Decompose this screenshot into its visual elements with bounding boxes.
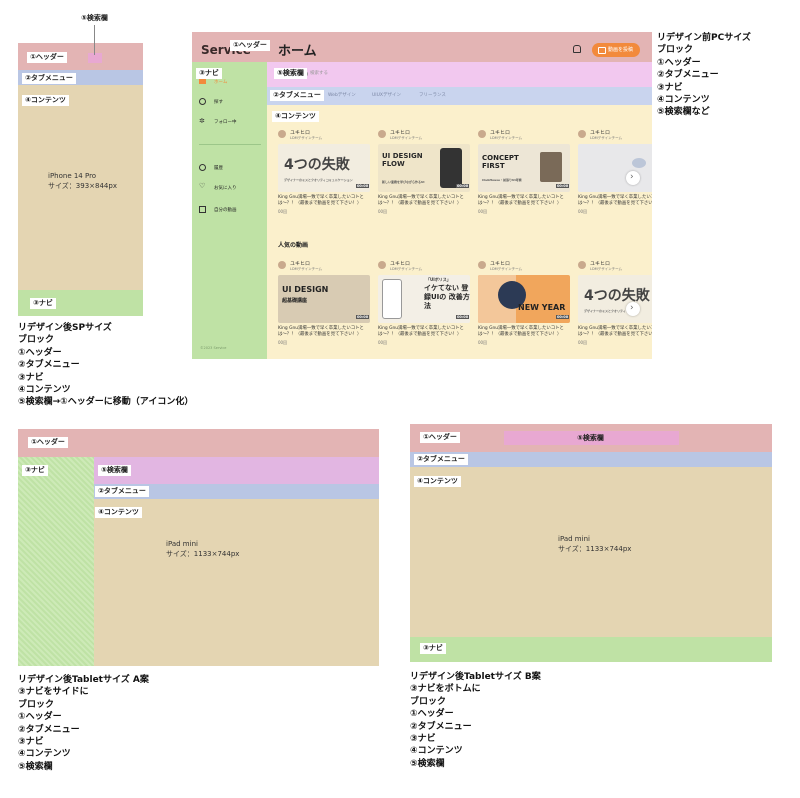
nav-item-home[interactable]: ホーム	[199, 78, 259, 88]
sp-header-label: ①ヘッダー	[27, 52, 67, 63]
chevron-right-icon: ›	[630, 303, 634, 313]
tablet-a-contents-label: ④コンテンツ	[95, 507, 142, 518]
phone-illustration	[440, 148, 462, 188]
tablet-a-wireframe: ①ヘッダー ③ナビ ⑤検索欄 ②タブメニュー ④コンテンツ iPad mini …	[18, 429, 379, 666]
tablet-b-contents-label: ④コンテンツ	[414, 476, 461, 487]
sp-note: リデザイン後SPサイズ ブロック ①ヘッダー ②タブメニュー ③ナビ ④コンテン…	[18, 323, 194, 408]
tablet-a-device-size: サイズ：1133×744px	[166, 550, 240, 558]
tablet-b-device-name: iPad mini	[558, 535, 590, 543]
avatar	[578, 261, 586, 269]
tablet-a-search-label: ⑤検索欄	[98, 465, 131, 476]
tab-freelance[interactable]: フリーランス	[419, 92, 446, 98]
nav-item-favorites[interactable]: ♡ お気に入り	[199, 182, 259, 194]
tablet-b-nav-block	[410, 637, 772, 662]
video-thumbnail	[578, 144, 652, 192]
video-thumbnail: UI DESIGN FLOW 新しい業務を学びながら作るUI 00:00	[378, 144, 470, 192]
tablet-b-nav-label: ③ナビ	[420, 643, 446, 654]
video-thumbnail: CONCEPT FIRST ClubHouse・前張りUI考察 00:00	[478, 144, 570, 192]
tablet-a-search-block	[94, 457, 379, 484]
video-thumbnail: 4つの失敗 デザイナーのミスとクオリティ	[578, 275, 652, 323]
pc-contents-label: ④コンテンツ	[272, 111, 319, 122]
sp-contents-label: ④コンテンツ	[22, 95, 69, 106]
nav-item-following[interactable]: ✲ フォロー中	[199, 118, 259, 128]
clock-icon	[199, 164, 206, 171]
nav-item-my-videos[interactable]: 自分の動画	[199, 206, 259, 216]
video-thumbnail: 4つの失敗 デザイナーのミスとクオリティコミュニケーション 00:00	[278, 144, 370, 192]
compass-icon	[199, 98, 206, 105]
tablet-a-nav-block	[18, 457, 94, 666]
avatar	[578, 130, 586, 138]
sp-search-callout-line	[94, 25, 95, 55]
post-video-button[interactable]: 動画を投稿	[592, 43, 640, 57]
sp-device-name: iPhone 14 Pro	[48, 172, 97, 180]
pc-mockup: Service ホーム 動画を投稿 ホーム 探す ✲ フォロー中 履歴 ♡ お気…	[192, 32, 652, 359]
sp-search-callout-label: ⑤検索欄	[81, 14, 108, 22]
tablet-a-header-label: ①ヘッダー	[28, 437, 68, 448]
nav-item-explore[interactable]: 探す	[199, 98, 259, 108]
pc-page-title: ホーム	[278, 44, 317, 59]
phone-illustration	[382, 279, 402, 319]
pc-footer: ©2023 Service	[200, 346, 227, 350]
nav-divider	[199, 144, 261, 145]
avatar	[278, 130, 286, 138]
sp-nav-label: ③ナビ	[30, 298, 56, 309]
pc-note: リデザイン前PCサイズ ブロック ①ヘッダー ②タブメニュー ③ナビ ④コンテン…	[657, 33, 751, 118]
heart-icon: ♡	[199, 182, 206, 190]
nav-item-history[interactable]: 履歴	[199, 164, 259, 174]
bird-illustration	[632, 158, 646, 168]
popular-heading: 人気の動画	[278, 242, 309, 249]
tablet-a-header-block	[18, 429, 379, 457]
pc-search-label: ⑤検索欄	[274, 68, 307, 79]
carousel-next-button[interactable]: ›	[626, 302, 640, 316]
avatar	[478, 130, 486, 138]
avatar	[278, 261, 286, 269]
video-icon	[199, 206, 206, 213]
tab-uiux-design[interactable]: UIUXデザイン	[372, 92, 401, 98]
carousel-next-button[interactable]: ›	[626, 171, 640, 185]
camera-icon	[598, 47, 606, 54]
tablet-a-note: リデザイン後Tabletサイズ A案 ③ナビをサイドに ブロック ①ヘッダー ②…	[18, 675, 149, 772]
avatar	[378, 130, 386, 138]
pc-header-label: ①ヘッダー	[230, 40, 270, 51]
sp-wireframe: ①ヘッダー ②タブメニュー ④コンテンツ ③ナビ iPhone 14 Pro サ…	[18, 43, 143, 316]
tablet-a-device-name: iPad mini	[166, 540, 198, 548]
sp-tab-label: ②タブメニュー	[22, 73, 76, 84]
sp-device-size: サイズ：393×844px	[48, 182, 117, 190]
pc-tab-label: ②タブメニュー	[270, 90, 324, 101]
avatar	[378, 261, 386, 269]
avatar	[478, 261, 486, 269]
tablet-a-contents-block	[94, 499, 379, 666]
video-thumbnail: NEW YEAR 00:00	[478, 275, 570, 323]
tablet-b-search-label: ⑤検索欄	[577, 434, 604, 442]
tablet-b-wireframe: ①ヘッダー ⑤検索欄 ②タブメニュー ④コンテンツ ③ナビ iPad mini …	[410, 424, 772, 662]
tablet-a-nav-label: ③ナビ	[22, 465, 48, 476]
tablet-b-note: リデザイン後Tabletサイズ B案 ③ナビをボトムに ブロック ①ヘッダー ②…	[410, 672, 541, 769]
bell-icon[interactable]	[573, 45, 581, 53]
tab-web-design[interactable]: Webデザイン	[328, 92, 356, 98]
home-icon	[199, 79, 206, 84]
pc-nav-label: ③ナビ	[196, 68, 222, 79]
pc-tab-block	[267, 87, 652, 105]
video-thumbnail: UI DESIGN 超基礎講座 00:00	[278, 275, 370, 323]
tablet-a-tab-label: ②タブメニュー	[95, 486, 149, 497]
video-thumbnail: 「UIボリス」 イケてない 登録UIの 改善方法 00:00	[378, 275, 470, 323]
tablet-b-device-size: サイズ：1133×744px	[558, 545, 632, 553]
follow-icon: ✲	[199, 117, 205, 125]
pc-search-input[interactable]: 検索する	[302, 69, 372, 78]
chevron-right-icon: ›	[630, 172, 634, 182]
portrait-illustration	[540, 152, 562, 182]
tablet-b-tab-label: ②タブメニュー	[414, 454, 468, 465]
sp-search-icon-block	[88, 53, 102, 63]
tablet-b-header-label: ①ヘッダー	[420, 432, 460, 443]
